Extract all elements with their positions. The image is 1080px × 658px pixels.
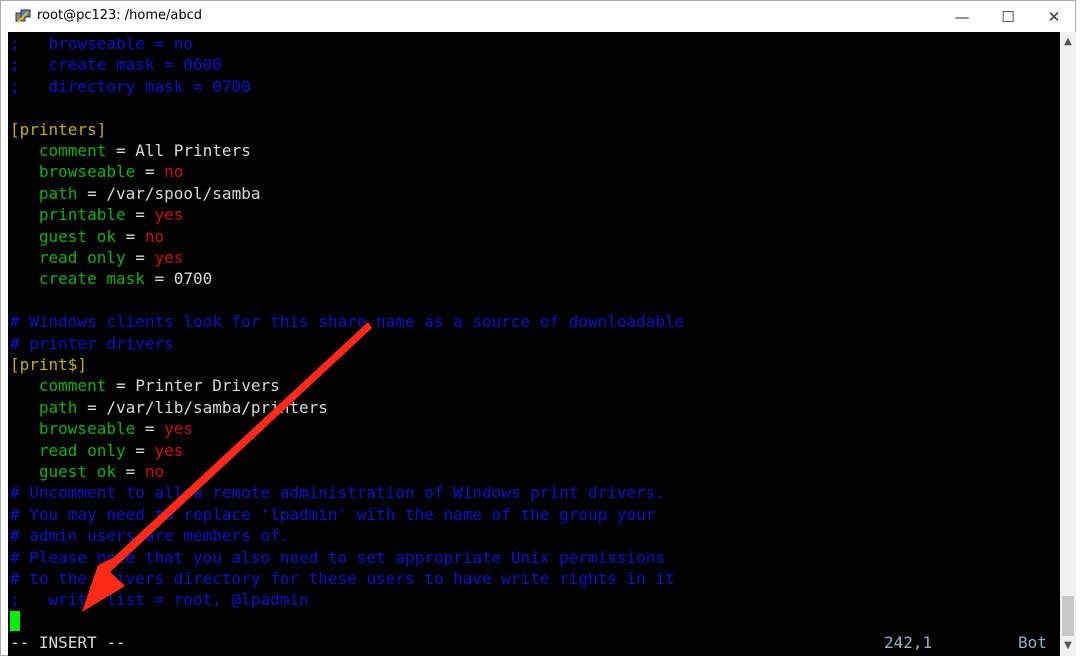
- terminal-line: path = /var/lib/samba/printers: [10, 397, 328, 418]
- terminal-line: ; create mask = 0600: [10, 54, 222, 75]
- line-segment: =: [115, 226, 145, 246]
- line-segment: =: [125, 440, 155, 460]
- cursor-position: 242,1: [884, 633, 933, 652]
- line-segment: no: [144, 462, 165, 481]
- line-segment: ; directory mask = 0700: [10, 76, 251, 96]
- line-segment: = /var/spool/samba: [77, 183, 261, 203]
- terminal-line: ; write list = root, @lpadmin: [10, 589, 309, 610]
- terminal-line: printable = yes: [10, 204, 184, 225]
- terminal-line: # Windows clients look for this share na…: [10, 311, 684, 332]
- line-segment: ; write list = root, @lpadmin: [10, 590, 309, 610]
- terminal-line: browseable = yes: [10, 418, 193, 439]
- line-segment: =: [115, 462, 145, 481]
- line-segment: yes: [154, 248, 184, 267]
- terminal-line: read only = yes: [10, 247, 184, 268]
- line-segment: create mask: [10, 269, 145, 289]
- scrollbar-thumb[interactable]: [1062, 596, 1074, 636]
- terminal-line: # admin users are members of.: [10, 525, 289, 546]
- vim-mode-indicator: -- INSERT --: [10, 633, 126, 652]
- line-segment: =: [135, 419, 165, 439]
- terminal-line: ; browseable = no: [10, 33, 193, 54]
- maximize-icon: ☐: [1001, 7, 1015, 26]
- line-segment: yes: [154, 440, 184, 460]
- line-segment: =: [135, 162, 165, 182]
- line-segment: # to the drivers directory for these use…: [10, 569, 675, 588]
- terminal-line: # to the drivers directory for these use…: [10, 568, 675, 589]
- scroll-down-icon[interactable]: ▼: [1060, 638, 1076, 654]
- terminal-line: # Please note that you also need to set …: [10, 547, 665, 568]
- terminal-line: create mask = 0700: [10, 268, 212, 289]
- line-segment: comment: [10, 376, 107, 396]
- line-segment: # You may need to replace 'lpadmin' with…: [10, 504, 656, 524]
- terminal-line: comment = Printer Drivers: [10, 375, 280, 396]
- line-segment: read only: [10, 248, 126, 267]
- line-segment: comment: [10, 141, 107, 160]
- line-segment: # Uncomment to allow remote administrati…: [10, 483, 666, 503]
- line-segment: # admin users are members of.: [10, 526, 290, 546]
- line-segment: # Please note that you also need to set …: [10, 547, 666, 567]
- line-segment: = All Printers: [106, 141, 251, 160]
- terminal-window: root@pc123: /home/abcd — ☐ ✕ -- INSERT -…: [0, 0, 1076, 656]
- scroll-up-icon[interactable]: ▲: [1060, 34, 1076, 50]
- line-segment: = /var/lib/samba/printers: [77, 397, 328, 417]
- line-segment: # Windows clients look for this share na…: [10, 312, 685, 332]
- terminal-line: read only = yes: [10, 440, 184, 461]
- line-segment: yes: [154, 205, 184, 225]
- line-segment: browseable: [10, 419, 136, 439]
- line-segment: no: [144, 226, 165, 246]
- line-segment: no: [164, 162, 184, 182]
- vertical-scrollbar[interactable]: ▲ ▼: [1060, 32, 1076, 656]
- putty-icon: [15, 9, 31, 23]
- terminal-line: # Uncomment to allow remote administrati…: [10, 482, 665, 503]
- line-segment: = 0700: [144, 269, 213, 289]
- line-segment: =: [125, 205, 155, 225]
- terminal-line: ; directory mask = 0700: [10, 76, 251, 97]
- line-segment: = Printer Drivers: [106, 376, 280, 396]
- text-cursor: [10, 611, 20, 631]
- terminal-line: guest ok = no: [10, 226, 164, 247]
- minimize-button[interactable]: —: [939, 1, 985, 32]
- line-segment: [printers]: [10, 119, 107, 139]
- title-bar[interactable]: root@pc123: /home/abcd — ☐ ✕: [1, 1, 1075, 32]
- scroll-position: Bot: [1018, 633, 1047, 652]
- minimize-icon: —: [954, 7, 970, 26]
- terminal-content[interactable]: -- INSERT -- 242,1 Bot ; browseable = no…: [8, 32, 1060, 656]
- window-title: root@pc123: /home/abcd: [37, 8, 203, 23]
- line-segment: yes: [164, 419, 194, 439]
- close-icon: ✕: [1047, 7, 1061, 26]
- line-segment: # printer drivers: [10, 333, 174, 353]
- line-segment: path: [10, 183, 78, 203]
- terminal-line: path = /var/spool/samba: [10, 183, 261, 204]
- maximize-button[interactable]: ☐: [985, 1, 1031, 32]
- line-segment: browseable: [10, 162, 136, 182]
- terminal-line: guest ok = no: [10, 461, 164, 482]
- line-segment: path: [10, 397, 78, 417]
- terminal-line: [print$]: [10, 354, 87, 375]
- line-segment: ; create mask = 0600: [10, 55, 222, 75]
- close-button[interactable]: ✕: [1031, 1, 1077, 32]
- line-segment: printable: [10, 205, 126, 225]
- terminal-line: # printer drivers: [10, 333, 174, 354]
- line-segment: [print$]: [10, 355, 88, 374]
- terminal-line: [printers]: [10, 119, 106, 140]
- line-segment: guest ok: [10, 226, 116, 246]
- terminal-line: browseable = no: [10, 161, 184, 182]
- terminal-line: # You may need to replace 'lpadmin' with…: [10, 504, 655, 525]
- line-segment: read only: [10, 440, 126, 460]
- line-segment: guest ok: [10, 462, 116, 481]
- line-segment: =: [125, 248, 155, 267]
- terminal-line: comment = All Printers: [10, 140, 251, 161]
- line-segment: ; browseable = no: [10, 34, 194, 53]
